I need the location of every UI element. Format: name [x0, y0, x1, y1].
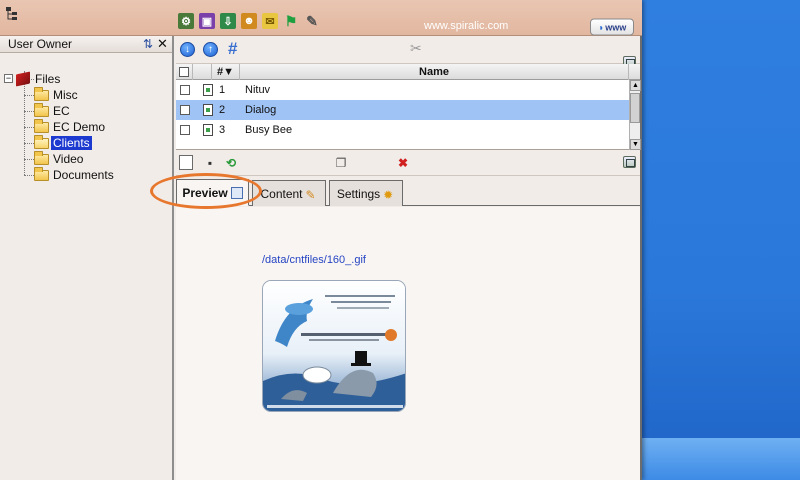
tree-logo-icon[interactable] — [4, 5, 20, 23]
tree-node-label: Misc — [53, 88, 78, 102]
tab-label: Content — [260, 186, 303, 201]
delete-icon[interactable]: ✖ — [396, 155, 410, 170]
globe-icon: ◑ — [597, 22, 604, 32]
list-toolbar: ↓ ↑ # ✂ — [176, 36, 640, 68]
preview-panel: /data/cntfiles/160_.gif — [176, 207, 640, 480]
table-row[interactable]: 2 Dialog — [176, 100, 640, 120]
tree-node-label: EC Demo — [53, 120, 106, 134]
maximize-icon[interactable] — [623, 156, 636, 168]
tree-node-label: Files — [35, 72, 61, 86]
document-icon — [203, 84, 213, 96]
row-checkbox[interactable] — [180, 125, 190, 135]
folder-icon — [34, 102, 49, 117]
tab-bar: Preview Content ✎ Settings ✹ — [176, 178, 640, 206]
save-icon[interactable]: ▪ — [203, 155, 217, 170]
file-grid: #▼ Name 1 Nituv 2 Dialog 3 Busy Bee ▲ ▼ — [176, 64, 641, 150]
tree-node-label: Video — [53, 152, 84, 166]
row-checkbox[interactable] — [180, 105, 190, 115]
folder-icon — [34, 86, 49, 101]
flag-icon[interactable]: ⚑ — [283, 13, 299, 29]
content-area: ↓ ↑ # ✂ #▼ Name 1 Nituv 2 Dialog 3 Busy … — [150, 36, 641, 480]
gear-icon: ✹ — [383, 187, 394, 202]
users-icon[interactable]: ☻ — [241, 13, 257, 29]
grid-header: #▼ Name — [176, 64, 640, 80]
cut-icon[interactable]: ✂ — [410, 40, 422, 57]
tree-node-label: Documents — [53, 168, 114, 182]
file-path-link[interactable]: /data/cntfiles/160_.gif — [262, 254, 366, 266]
refresh-icon[interactable]: ⇅ — [143, 37, 153, 51]
edit-icon: ✎ — [305, 187, 316, 202]
main-toolbar: ⚙ ▣ ⇩ ☻ ✉ ⚑ ✎ — [178, 13, 320, 29]
select-all-checkbox[interactable] — [179, 67, 189, 77]
book-icon[interactable]: ▣ — [199, 13, 215, 29]
numbering-icon[interactable]: # — [228, 39, 237, 59]
folder-icon — [34, 118, 49, 133]
tab-content[interactable]: Content ✎ — [252, 180, 326, 206]
folder-tree: − Files Misc EC EC Demo Clients Video Do… — [0, 53, 172, 473]
row-number: 3 — [219, 124, 226, 136]
scroll-up-arrow[interactable]: ▲ — [630, 80, 641, 91]
row-checkbox[interactable] — [180, 85, 190, 95]
grid-scrollbar[interactable]: ▲ ▼ — [629, 80, 641, 150]
document-icon — [203, 104, 213, 116]
scroll-thumb[interactable] — [630, 93, 640, 123]
copy-icon[interactable]: ❐ — [334, 155, 348, 170]
preview-icon — [230, 186, 243, 199]
new-document-icon[interactable] — [179, 155, 193, 170]
tab-label: Preview — [182, 185, 228, 200]
row-name: Nituv — [245, 84, 271, 96]
column-name[interactable]: Name — [240, 64, 629, 80]
row-number: 2 — [219, 104, 226, 116]
row-number: 1 — [219, 84, 226, 96]
document-icon — [203, 124, 213, 136]
mail-icon[interactable]: ✉ — [262, 13, 278, 29]
scroll-down-arrow[interactable]: ▼ — [630, 139, 641, 150]
close-icon[interactable]: ✕ — [157, 36, 168, 52]
top-bar: ⚙ ▣ ⇩ ☻ ✉ ⚑ ✎ www.spiralic.com ◑ www — [0, 0, 642, 36]
tree-node-files[interactable]: Files — [16, 71, 62, 87]
tree-node-label: EC — [53, 104, 70, 118]
move-up-icon[interactable]: ↑ — [203, 42, 218, 57]
empty-header — [193, 64, 212, 80]
refresh-icon[interactable]: ⟲ — [224, 155, 238, 170]
tree-node-ec-demo[interactable]: EC Demo — [34, 118, 107, 135]
tree-node-misc[interactable]: Misc — [34, 86, 80, 103]
tab-preview[interactable]: Preview — [176, 179, 249, 206]
site-url[interactable]: www.spiralic.com — [424, 20, 508, 32]
table-row[interactable]: 1 Nituv — [176, 80, 640, 100]
folder-icon — [34, 166, 49, 181]
desktop-background — [640, 438, 800, 480]
tab-label: Settings — [336, 186, 381, 201]
settings-icon[interactable]: ⚙ — [178, 13, 194, 29]
table-row[interactable]: 3 Busy Bee — [176, 120, 640, 140]
tab-settings[interactable]: Settings ✹ — [329, 180, 403, 206]
tree-node-ec[interactable]: EC — [34, 102, 72, 119]
panel-header: User Owner ⇅ ✕ — [0, 36, 172, 53]
open-folder-icon — [34, 134, 49, 149]
panel-title: User Owner — [8, 37, 73, 51]
tools-icon[interactable]: ✎ — [304, 13, 320, 29]
row-name: Busy Bee — [245, 124, 293, 136]
move-down-icon[interactable]: ↓ — [180, 42, 195, 57]
app-window: ⚙ ▣ ⇩ ☻ ✉ ⚑ ✎ www.spiralic.com ◑ www Use… — [0, 0, 642, 480]
export-icon[interactable]: ⇩ — [220, 13, 236, 29]
tree-node-documents[interactable]: Documents — [34, 166, 116, 183]
folder-icon — [34, 150, 49, 165]
select-all-header[interactable] — [176, 64, 193, 80]
row-name: Dialog — [245, 104, 277, 116]
preview-image — [262, 280, 406, 412]
tree-node-clients[interactable]: Clients — [34, 134, 92, 151]
edit-toolbar: ▪ ⟲ ❐ ✖ — [176, 150, 640, 176]
collapse-toggle[interactable]: − — [4, 74, 13, 83]
www-button[interactable]: ◑ www — [590, 18, 634, 36]
files-root-icon — [16, 71, 30, 87]
www-button-label: www — [605, 22, 627, 32]
tree-node-video[interactable]: Video — [34, 150, 85, 167]
tree-node-label: Clients — [51, 136, 92, 150]
column-number[interactable]: #▼ — [212, 64, 240, 80]
folder-tree-panel: User Owner ⇅ ✕ − Files Misc EC EC Demo C… — [0, 36, 174, 480]
